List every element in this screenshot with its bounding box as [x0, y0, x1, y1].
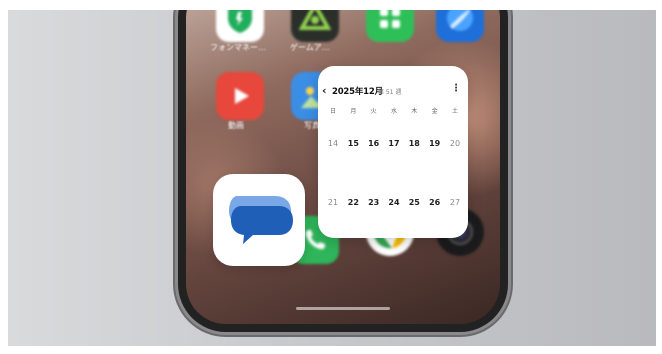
play-icon — [235, 88, 249, 104]
calendar-week-row: 21 22 23 24 25 26 27 — [323, 198, 465, 207]
video-app-icon[interactable] — [216, 72, 264, 120]
app-label: 動画 — [228, 121, 244, 130]
google-messages-icon — [229, 196, 293, 244]
calendar-day[interactable]: 19 — [425, 139, 445, 148]
messages-app-icon[interactable] — [213, 174, 305, 266]
calendar-day[interactable]: 24 — [384, 198, 404, 207]
browser-icon — [447, 10, 473, 31]
tools-app-icon[interactable] — [366, 10, 414, 42]
calendar-week-row: 14 15 16 17 18 19 20 — [323, 139, 465, 148]
calendar-widget[interactable]: ‹ 2025年12月 第 51 週 ⋮ 日 月 火 水 木 金 土 14 15 … — [318, 66, 468, 238]
calendar-day[interactable]: 25 — [404, 198, 424, 207]
calendar-day[interactable]: 21 — [323, 198, 343, 207]
calendar-day[interactable]: 26 — [425, 198, 445, 207]
weekday-label: 月 — [350, 108, 357, 115]
app-label: ゲームア… — [290, 43, 330, 52]
calendar-day[interactable]: 23 — [364, 198, 384, 207]
calendar-day[interactable]: 17 — [384, 139, 404, 148]
browser-app-icon[interactable] — [436, 10, 484, 42]
calendar-day[interactable]: 16 — [364, 139, 384, 148]
calendar-day[interactable]: 27 — [445, 198, 465, 207]
weekday-label: 水 — [390, 108, 397, 115]
calendar-day[interactable]: 18 — [404, 139, 424, 148]
tools-icon — [380, 10, 400, 28]
weekday-label: 土 — [451, 108, 458, 115]
game-app-icon[interactable] — [291, 10, 339, 42]
calendar-day[interactable]: 22 — [343, 198, 363, 207]
background-stage: フォンマネー… ゲームア… 動画 写真 ‹ 2025年12月 第 51 週 ⋮ … — [8, 10, 656, 346]
weekday-label: 木 — [411, 108, 418, 115]
calendar-week-number: 第 51 週 — [378, 89, 402, 96]
calendar-day[interactable]: 20 — [445, 139, 465, 148]
app-label: フォンマネー… — [210, 43, 266, 52]
home-indicator — [296, 307, 390, 310]
more-options-icon[interactable]: ⋮ — [451, 84, 461, 94]
chevron-left-icon[interactable]: ‹ — [322, 84, 327, 97]
weekday-label: 日 — [329, 108, 336, 115]
calendar-day[interactable]: 14 — [323, 139, 343, 148]
calendar-month: 2025年12月 — [332, 87, 383, 97]
weekday-label: 金 — [431, 108, 438, 115]
shield-icon — [228, 10, 252, 33]
weekday-header-row: 日 月 火 水 木 金 土 — [323, 106, 465, 115]
calendar-day[interactable]: 15 — [343, 139, 363, 148]
calendar-header: ‹ 2025年12月 第 51 週 ⋮ — [318, 84, 468, 98]
weekday-label: 火 — [370, 108, 377, 115]
security-app-icon[interactable] — [216, 10, 264, 42]
game-icon — [299, 10, 331, 30]
